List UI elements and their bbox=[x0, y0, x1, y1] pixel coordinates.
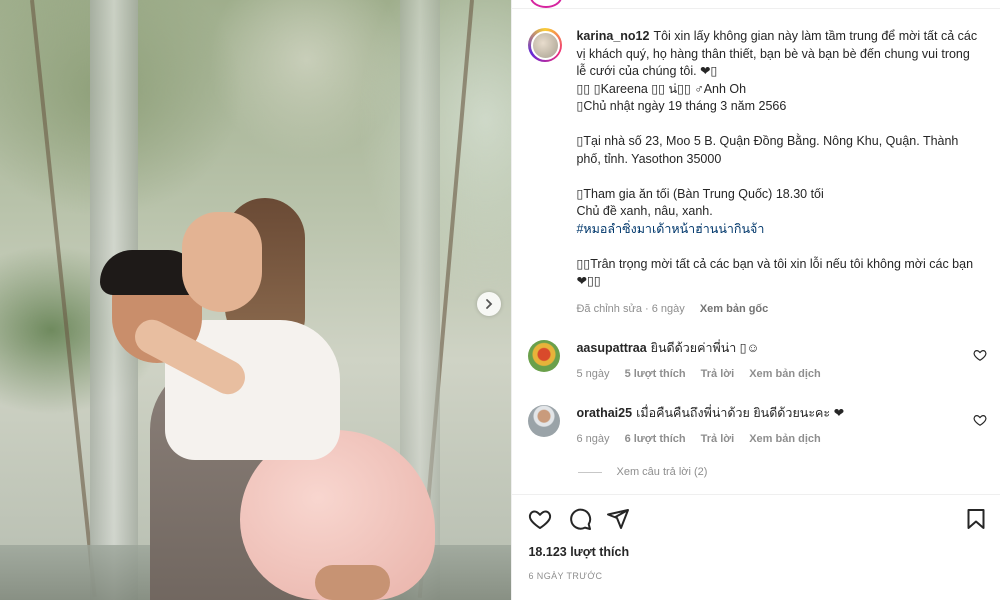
comment-body: aasupattraa ยินดีด้วยค่าพี่น่า ▯☺ 5 ngày … bbox=[576, 340, 966, 382]
comment-text: ยินดีด้วยค่าพี่น่า ▯☺ bbox=[650, 341, 760, 355]
comment-username[interactable]: aasupattraa bbox=[576, 341, 646, 355]
caption-line: ▯Tại nhà số 23, Moo 5 B. Quận Đồng Bằng.… bbox=[576, 134, 959, 166]
view-replies-button[interactable]: Xem câu trả lời (2) bbox=[578, 466, 707, 478]
caption-line: ▯Chủ nhật ngày 19 tháng 3 năm 2566 bbox=[576, 99, 787, 113]
action-bar bbox=[512, 494, 1000, 530]
edited-label: Đã chỉnh sửa · 6 ngày bbox=[576, 302, 685, 315]
caption-meta: Đã chỉnh sửa · 6 ngày Xem bản gốc bbox=[576, 301, 981, 319]
instagram-post-modal: karina_no12 Tôi xin lấy không gian này là… bbox=[0, 0, 1000, 600]
comment-username[interactable]: orathai25 bbox=[576, 406, 632, 420]
background-rope bbox=[30, 0, 97, 597]
comment-age: 6 ngày bbox=[576, 433, 610, 445]
caption-line: ▯▯Trân trọng mời tất cả các bạn và tôi x… bbox=[576, 256, 974, 289]
avatar-image bbox=[530, 30, 560, 60]
bookmark-icon[interactable] bbox=[964, 507, 988, 531]
reply-line bbox=[578, 471, 603, 473]
caption-line: ▯▯ ▯Kareena ▯▯ น่▯▯ ♂Anh Oh bbox=[576, 81, 747, 96]
reply-button[interactable]: Trả lời bbox=[701, 368, 735, 380]
translate-link[interactable]: Xem bản dịch bbox=[749, 368, 821, 380]
caption-username[interactable]: karina_no12 bbox=[576, 29, 649, 43]
comment-body: orathai25 เมื่อคืนคืนถึงพี่น่าด้วย ยินดีด… bbox=[576, 405, 966, 447]
comment-meta: 5 ngày 5 lượt thích Trả lời Xem bản dịch bbox=[576, 366, 966, 382]
post-details-panel: karina_no12 Tôi xin lấy không gian này là… bbox=[511, 0, 1000, 600]
comment-likes[interactable]: 5 lượt thích bbox=[625, 368, 686, 380]
reply-button[interactable]: Trả lời bbox=[701, 433, 735, 445]
chevron-right-icon bbox=[486, 299, 493, 309]
comment-meta: 6 ngày 6 lượt thích Trả lời Xem bản dịch bbox=[576, 431, 966, 447]
next-image-button[interactable] bbox=[477, 292, 501, 316]
hashtag-link[interactable]: #หมอลำซิ่งมาเด้าหน้าฮ่านน่ากินจ้า bbox=[576, 221, 981, 239]
post-photo bbox=[0, 0, 512, 600]
groom-arm bbox=[315, 565, 390, 600]
view-replies-label: Xem câu trả lời (2) bbox=[616, 466, 708, 478]
avatar[interactable] bbox=[528, 28, 563, 62]
comment-age: 5 ngày bbox=[576, 368, 610, 380]
comment-avatar[interactable] bbox=[528, 405, 561, 437]
bride-head bbox=[182, 212, 262, 312]
caption-block: karina_no12 Tôi xin lấy không gian này là… bbox=[528, 28, 983, 318]
comment-likes[interactable]: 6 lượt thích bbox=[625, 433, 686, 445]
like-count[interactable]: 18.123 lượt thích bbox=[528, 545, 629, 559]
caption-text: karina_no12 Tôi xin lấy không gian này là… bbox=[576, 28, 981, 318]
comment-icon[interactable] bbox=[568, 507, 592, 531]
caption-line: ▯Tham gia ăn tối (Bàn Trung Quốc) 18.30 … bbox=[576, 186, 824, 201]
header-avatar-ring[interactable] bbox=[530, 0, 563, 8]
comment-heart-icon[interactable] bbox=[973, 413, 987, 427]
header-divider bbox=[512, 0, 1000, 9]
comment-item: orathai25 เมื่อคืนคืนถึงพี่น่าด้วย ยินดีด… bbox=[528, 405, 993, 447]
see-original-link[interactable]: Xem bản gốc bbox=[700, 303, 768, 315]
translate-link[interactable]: Xem bản dịch bbox=[749, 433, 821, 445]
post-date: 6 NGÀY TRƯỚC bbox=[528, 571, 603, 581]
comment-text: เมื่อคืนคืนถึงพี่น่าด้วย ยินดีด้วยนะคะ ❤ bbox=[636, 406, 845, 420]
comment-item: aasupattraa ยินดีด้วยค่าพี่น่า ▯☺ 5 ngày … bbox=[528, 340, 993, 382]
paper-plane-icon[interactable] bbox=[606, 507, 630, 531]
comment-avatar[interactable] bbox=[528, 340, 561, 372]
heart-icon[interactable] bbox=[528, 507, 552, 531]
comment-heart-icon[interactable] bbox=[973, 348, 987, 362]
caption-line: Chủ đề xanh, nâu, xanh. bbox=[576, 204, 713, 218]
